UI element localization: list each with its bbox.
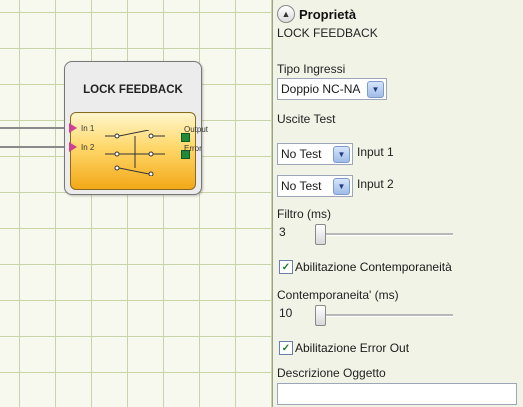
lock-feedback-block[interactable]: LOCK FEEDBACK In 1 In 2 Output Error — [64, 61, 208, 195]
object-name: LOCK FEEDBACK — [277, 26, 378, 40]
diagram-canvas[interactable]: LOCK FEEDBACK In 1 In 2 Output Error — [0, 0, 273, 407]
check-icon[interactable]: ✓ — [279, 260, 293, 274]
test-input-2-value: No Test — [281, 179, 322, 193]
error-pin-label: Error — [184, 144, 202, 153]
filter-slider-thumb[interactable] — [315, 224, 326, 245]
filter-label: Filtro (ms) — [277, 207, 331, 221]
filter-slider-track[interactable] — [317, 233, 453, 236]
input-wire-2 — [0, 146, 66, 148]
simultaneity-slider-track[interactable] — [317, 314, 453, 317]
test-outputs-label: Uscite Test — [277, 112, 336, 126]
test-input-2-label: Input 2 — [357, 177, 394, 191]
properties-panel: ▲ Proprietà LOCK FEEDBACK Tipo Ingressi … — [273, 0, 523, 407]
output-pin-icon[interactable] — [181, 133, 190, 142]
input-wire-1 — [0, 127, 66, 129]
input-pin-1-icon[interactable] — [69, 123, 77, 133]
panel-title: Proprietà — [299, 6, 357, 22]
test-input-1-select[interactable]: No Test ▼ — [277, 143, 353, 165]
chevron-up-icon[interactable]: ▲ — [277, 5, 295, 23]
chevron-down-icon[interactable]: ▼ — [333, 177, 350, 195]
test-input-1-value: No Test — [281, 147, 322, 161]
output-pin-label: Output — [184, 125, 209, 134]
simultaneity-value: 10 — [279, 306, 293, 320]
block-title: LOCK FEEDBACK — [83, 84, 183, 96]
chevron-down-icon[interactable]: ▼ — [333, 145, 350, 163]
test-input-2-select[interactable]: No Test ▼ — [277, 175, 353, 197]
input-type-value: Doppio NC-NA — [281, 82, 361, 96]
simultaneity-label: Contemporaneita' (ms) — [277, 288, 399, 302]
simultaneity-enable-row[interactable]: ✓ Abilitazione Contemporaneità — [279, 260, 452, 274]
description-label: Descrizione Oggetto — [277, 366, 386, 380]
input-pin-2-icon[interactable] — [69, 142, 77, 152]
check-icon[interactable]: ✓ — [279, 341, 293, 355]
filter-value: 3 — [279, 225, 286, 239]
chevron-down-icon[interactable]: ▼ — [367, 80, 384, 98]
error-out-enable-row[interactable]: ✓ Abilitazione Error Out — [279, 341, 409, 355]
input-type-label: Tipo Ingressi — [277, 62, 346, 76]
input-type-select[interactable]: Doppio NC-NA ▼ — [277, 78, 387, 100]
input-pin-1-label: In 1 — [81, 124, 95, 133]
simultaneity-slider-thumb[interactable] — [315, 305, 326, 326]
contact-switch-icon — [105, 130, 165, 176]
simultaneity-enable-label: Abilitazione Contemporaneità — [295, 260, 452, 274]
panel-header: ▲ Proprietà — [277, 4, 356, 24]
test-input-1-label: Input 1 — [357, 145, 394, 159]
error-out-enable-label: Abilitazione Error Out — [295, 341, 410, 355]
description-input[interactable] — [277, 383, 517, 405]
input-pin-2-label: In 2 — [81, 143, 95, 152]
